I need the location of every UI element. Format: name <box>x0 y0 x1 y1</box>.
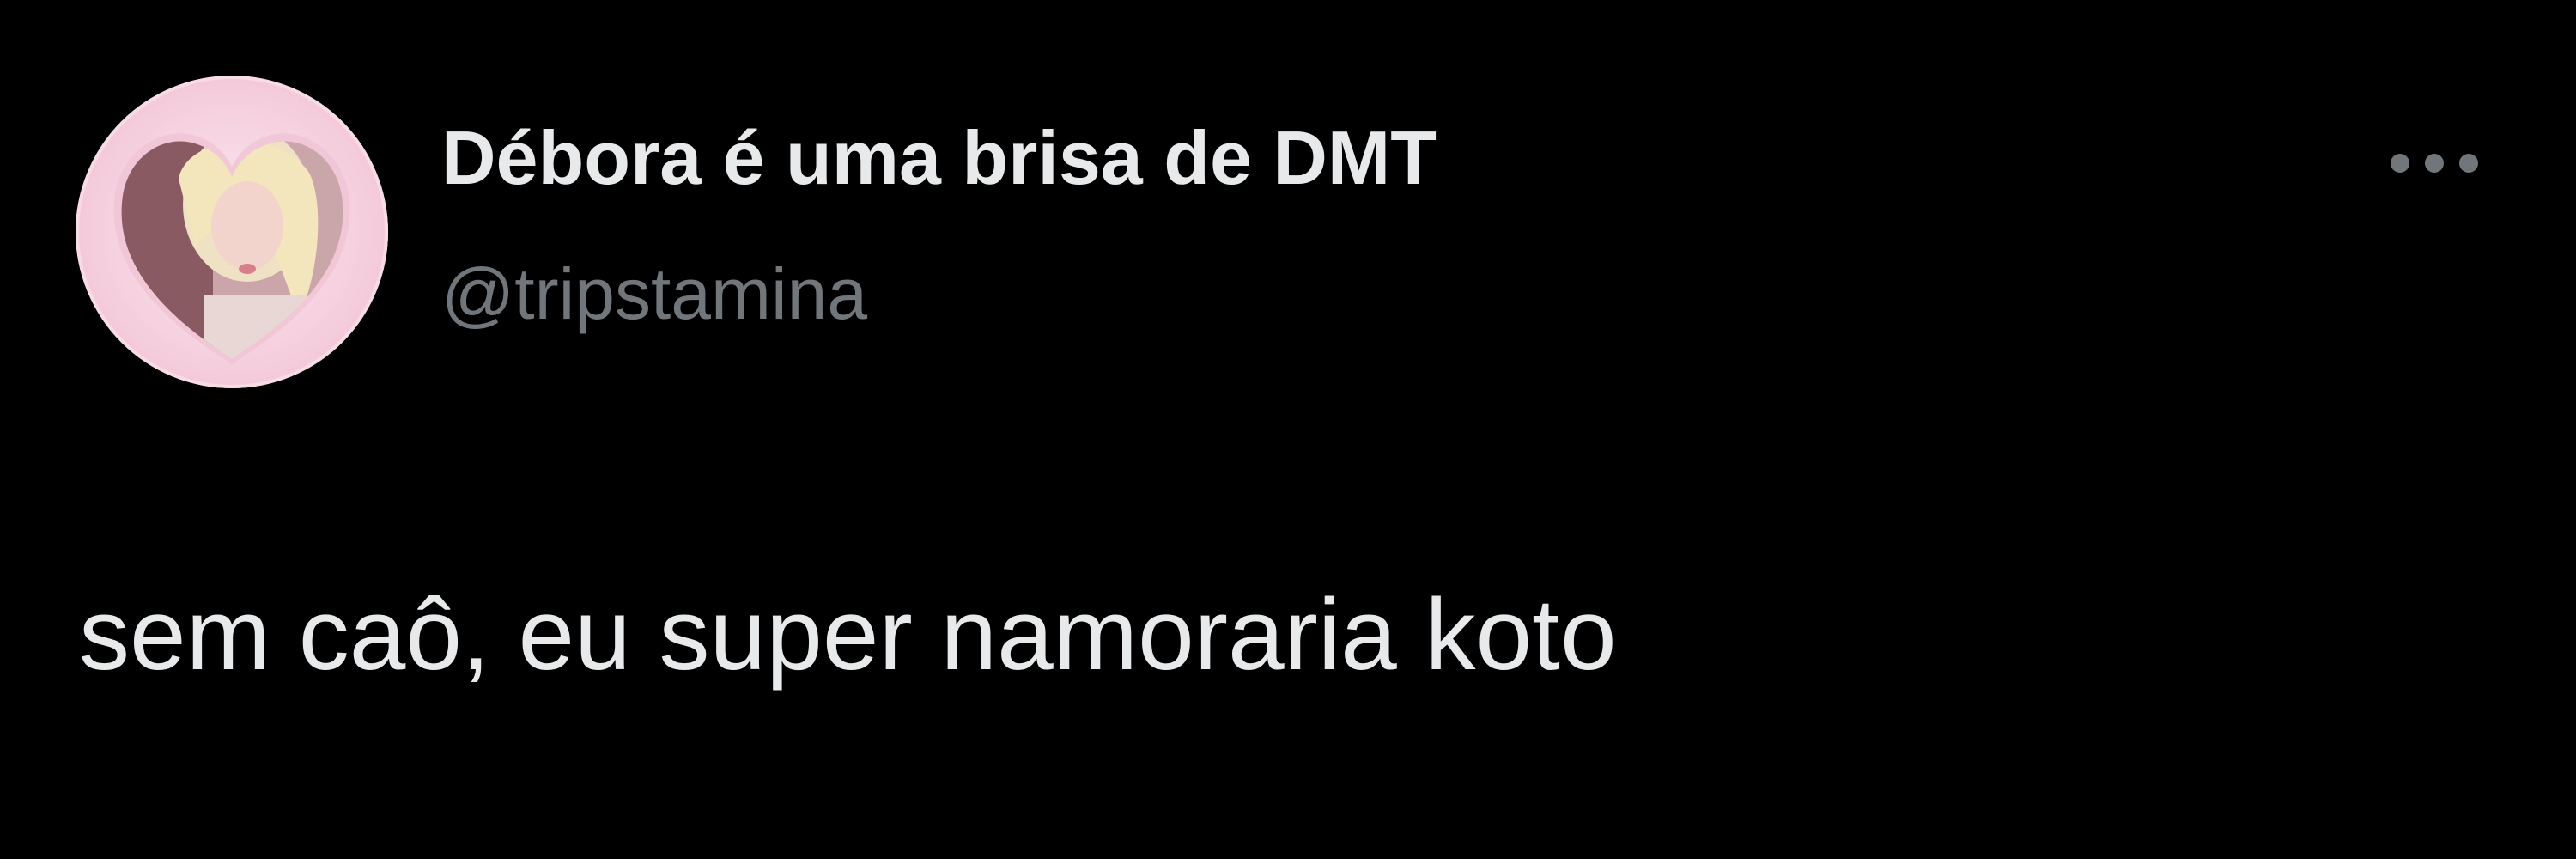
user-avatar[interactable] <box>76 76 388 388</box>
author-handle[interactable]: @tripstamina <box>441 258 867 330</box>
avatar-image <box>76 76 388 388</box>
more-options-button[interactable] <box>2379 137 2490 189</box>
tweet-card: Débora é uma brisa de DMT @tripstamina s… <box>0 0 2576 859</box>
more-options-icon <box>2391 154 2478 173</box>
tweet-text: sem caô, eu super namoraria koto <box>79 578 1617 691</box>
author-display-name[interactable]: Débora é uma brisa de DMT <box>441 120 1437 196</box>
